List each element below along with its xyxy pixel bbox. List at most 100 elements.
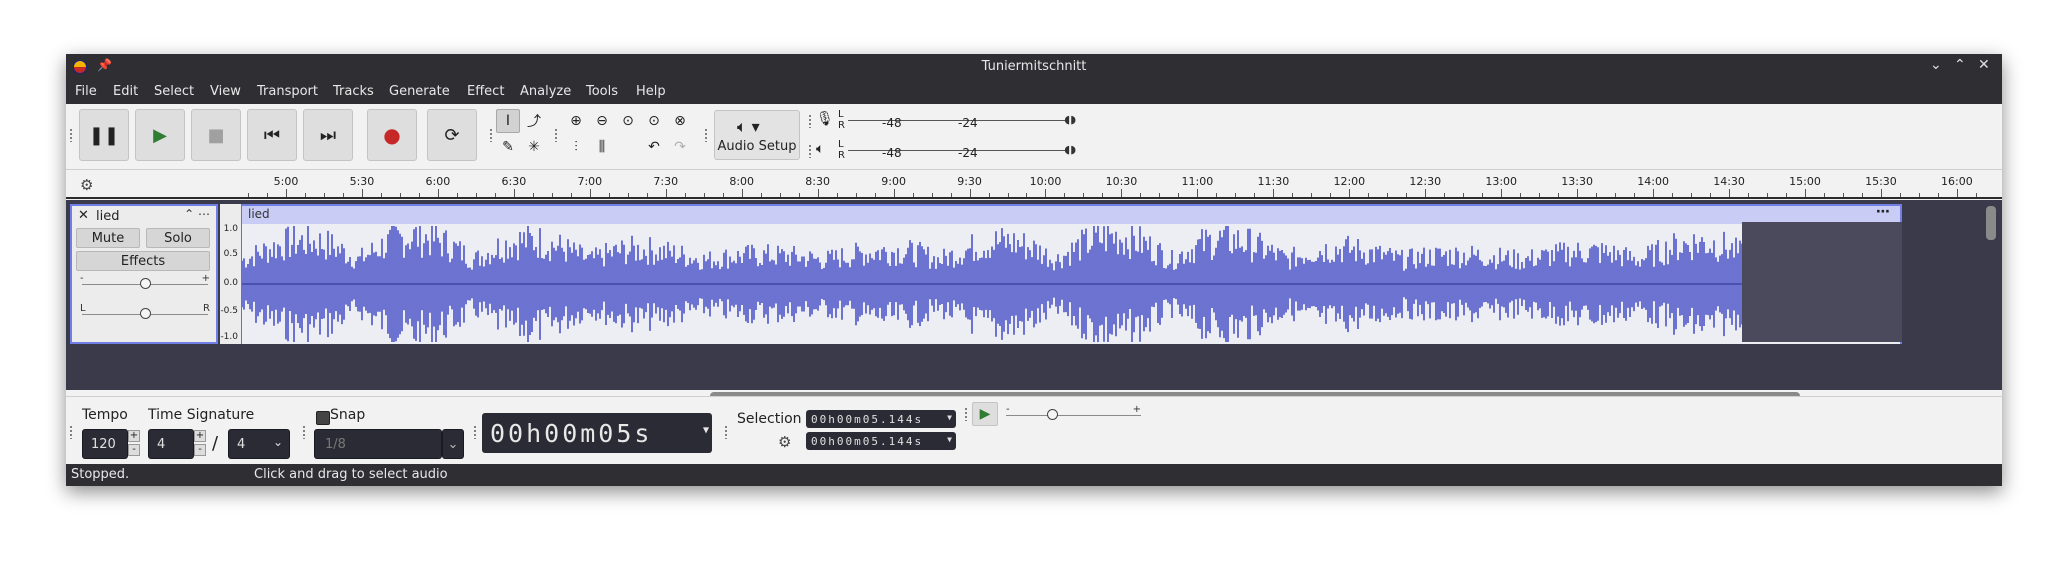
snap-checkbox[interactable] <box>316 411 330 425</box>
record-meter-grip[interactable] <box>808 114 812 128</box>
pan-slider-knob[interactable] <box>139 308 151 319</box>
menu-tools[interactable]: Tools <box>586 84 618 99</box>
effects-button[interactable]: Effects <box>76 251 210 271</box>
gain-slider-knob[interactable] <box>139 278 151 289</box>
time-signature-numerator[interactable]: 4 <box>148 429 194 459</box>
skip-to-start-button[interactable]: ⏮ <box>247 109 297 161</box>
track-control-panel[interactable]: ✕ lied ⌃ ⋯ Mute Solo Effects - + L R <box>70 204 218 344</box>
tools-grip[interactable] <box>489 128 493 142</box>
silence-button[interactable]: ⫼ <box>590 135 614 159</box>
envelope-tool[interactable]: ⤴ <box>522 109 546 133</box>
menu-select[interactable]: Select <box>154 84 194 99</box>
close-icon[interactable]: ✕ <box>1978 57 1990 73</box>
menu-view[interactable]: View <box>210 84 241 99</box>
time-signature-denominator[interactable]: 4 ⌄ <box>228 429 290 459</box>
status-hint: Click and drag to select audio <box>254 467 448 482</box>
ruler-tick <box>323 193 325 197</box>
ruler-tick <box>1899 193 1901 197</box>
zoom-out-button[interactable]: ⊖ <box>590 109 614 133</box>
loop-button[interactable]: ⟳ <box>427 109 477 161</box>
ruler-tick <box>437 189 439 197</box>
app-window: 📌 Tuniermitschnitt ⌄ ⌃ ✕ File Edit Selec… <box>66 54 2002 486</box>
play-at-speed-button[interactable]: ▶ <box>972 402 998 426</box>
audio-setup-button[interactable]: 🔈︎ ▾ Audio Setup <box>714 110 800 160</box>
selection-tool[interactable]: I <box>496 109 520 133</box>
time-grip[interactable] <box>473 425 477 439</box>
skip-to-end-button[interactable]: ⏭ <box>303 109 353 161</box>
undo-button[interactable]: ↶ <box>642 135 666 159</box>
menu-generate[interactable]: Generate <box>389 84 450 99</box>
redo-button[interactable]: ↷ <box>668 135 692 159</box>
speed-slider-knob[interactable] <box>1046 409 1058 420</box>
solo-button[interactable]: Solo <box>146 228 210 248</box>
numerator-down-button[interactable]: - <box>194 444 206 456</box>
menu-file[interactable]: File <box>75 84 97 99</box>
waveform[interactable] <box>242 224 1900 344</box>
play-button[interactable]: ▶ <box>135 109 185 161</box>
selection-start-display[interactable]: 00h00m05.144s ▼ <box>806 410 956 428</box>
menu-edit[interactable]: Edit <box>113 84 138 99</box>
trim-button[interactable]: ⫶ <box>564 135 588 159</box>
track-area[interactable]: ✕ lied ⌃ ⋯ Mute Solo Effects - + L R 1.0… <box>66 200 2002 390</box>
track-name[interactable]: lied <box>96 209 119 224</box>
pan-slider[interactable]: L R <box>80 303 210 320</box>
record-icon: ● <box>383 123 401 147</box>
playback-meter[interactable]: L R -48 -24 ◖◗ <box>838 140 1076 162</box>
snap-grip[interactable] <box>302 425 306 439</box>
selection-settings-icon[interactable]: ⚙ <box>778 433 791 451</box>
snap-combobox[interactable]: 1/8 <box>314 429 442 459</box>
audio-clip[interactable]: lied ⋯ <box>242 204 1902 344</box>
time-display[interactable]: 00h00m05s ▼ <box>482 413 712 453</box>
speaker-meter-icon[interactable]: 🔈︎ <box>816 141 824 157</box>
snap-dropdown-button[interactable]: ⌄ <box>442 429 464 459</box>
amplitude-ruler[interactable]: 1.0 0.5 0.0 -0.5 -1.0 <box>220 204 242 344</box>
numerator-up-button[interactable]: + <box>194 430 206 442</box>
ruler-tick <box>798 193 800 197</box>
time-signature-grip[interactable] <box>69 425 73 439</box>
menu-tracks[interactable]: Tracks <box>333 84 374 99</box>
clip-name[interactable]: lied <box>248 207 270 221</box>
ruler-tick <box>380 193 382 197</box>
play-at-speed-grip[interactable] <box>964 407 968 421</box>
tempo-up-button[interactable]: + <box>128 430 140 442</box>
audio-setup-grip[interactable] <box>704 128 708 142</box>
multi-tool[interactable]: ✳ <box>522 135 546 159</box>
microphone-icon[interactable]: 🎙︎ <box>816 111 834 127</box>
clip-menu-icon[interactable]: ⋯ <box>1876 204 1890 220</box>
stop-button[interactable]: ■ <box>191 109 241 161</box>
draw-tool[interactable]: ✎ <box>496 135 520 159</box>
fit-selection-button[interactable]: ⊙ <box>616 109 640 133</box>
minimize-icon[interactable]: ⌄ <box>1930 57 1942 73</box>
menu-help[interactable]: Help <box>636 84 666 99</box>
timeline-settings-icon[interactable]: ⚙ <box>80 176 93 194</box>
zoom-toggle-button[interactable]: ⊗ <box>668 109 692 133</box>
ruler-tick <box>1520 193 1522 197</box>
ruler-tick <box>969 189 971 197</box>
tempo-input[interactable]: 120 <box>82 429 128 459</box>
menu-analyze[interactable]: Analyze <box>520 84 571 99</box>
empty-track-region[interactable] <box>1742 222 1902 342</box>
gain-slider[interactable]: - + <box>80 273 210 290</box>
menu-effect[interactable]: Effect <box>467 84 504 99</box>
edit-grip[interactable] <box>554 128 558 142</box>
track-menu-icon[interactable]: ⌃ ⋯ <box>184 207 210 221</box>
maximize-icon[interactable]: ⌃ <box>1954 57 1966 73</box>
timeline-ruler[interactable]: ⚙ 5:00 5:30 6:00 6:30 7:00 7:30 8:00 8:30 9:00 9:… <box>66 171 2002 199</box>
zoom-in-button[interactable]: ⊕ <box>564 109 588 133</box>
selection-grip[interactable] <box>724 425 728 439</box>
fit-project-button[interactable]: ⊙ <box>642 109 666 133</box>
selection-end-display[interactable]: 00h00m05.144s ▼ <box>806 432 956 450</box>
playback-speed-slider[interactable]: - + <box>1006 404 1141 421</box>
record-button[interactable]: ● <box>367 109 417 161</box>
play-meter-grip[interactable] <box>808 144 812 158</box>
tempo-down-button[interactable]: - <box>128 444 140 456</box>
record-meter[interactable]: L R -48 -24 ◖◗ <box>838 110 1076 132</box>
snap-label[interactable]: Snap <box>330 407 365 423</box>
vertical-scrollbar[interactable] <box>1986 206 1996 240</box>
pause-button[interactable]: ❚❚ <box>79 109 129 161</box>
toolbar-grip[interactable] <box>69 128 73 142</box>
menu-transport[interactable]: Transport <box>257 84 318 99</box>
mute-button[interactable]: Mute <box>76 228 140 248</box>
close-track-icon[interactable]: ✕ <box>78 208 89 223</box>
clip-header[interactable]: lied ⋯ <box>242 204 1900 224</box>
